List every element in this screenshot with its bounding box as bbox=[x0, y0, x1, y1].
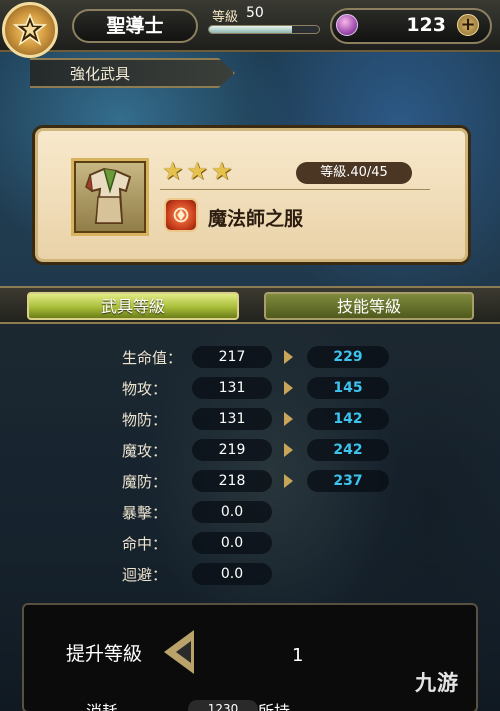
level-label: 等級 bbox=[212, 10, 239, 25]
add-gems-button[interactable]: + bbox=[457, 14, 479, 36]
job-title[interactable]: 聖導士 bbox=[72, 9, 198, 43]
stat-current-value: 0.0 bbox=[192, 501, 272, 523]
tab-skill-level[interactable]: 技能等級 bbox=[264, 292, 474, 320]
arrow-right-icon bbox=[284, 443, 293, 457]
mage-class-icon bbox=[164, 198, 198, 232]
stat-current-value: 131 bbox=[192, 377, 272, 399]
watermark: 九游 bbox=[415, 671, 459, 695]
rarity-stars: ★ ★ ★ bbox=[162, 158, 233, 184]
item-level: 等級.40/45 bbox=[296, 162, 412, 184]
stat-current-value: 217 bbox=[192, 346, 272, 368]
star-icon: ★ bbox=[186, 157, 209, 185]
tab-weapon-level[interactable]: 武具等級 bbox=[27, 292, 239, 320]
stat-name: 物攻： bbox=[122, 380, 168, 398]
star-icon: ★ bbox=[211, 157, 233, 185]
level-value: 50 bbox=[246, 5, 264, 21]
star-icon: ★ bbox=[162, 157, 184, 185]
card-divider bbox=[160, 189, 430, 190]
item-name: 魔法師之服 bbox=[208, 208, 304, 230]
owned-label: 所持 bbox=[258, 698, 290, 711]
stat-name: 物防： bbox=[122, 411, 168, 429]
stat-current-value: 218 bbox=[192, 470, 272, 492]
stat-current-value: 219 bbox=[192, 439, 272, 461]
arrow-right-icon bbox=[284, 381, 293, 395]
robe-icon[interactable] bbox=[71, 158, 149, 236]
stat-name: 魔攻： bbox=[122, 442, 168, 460]
gem-icon bbox=[336, 14, 358, 36]
upgrade-label: 提升等級 bbox=[66, 643, 143, 665]
gem-count: 123 bbox=[406, 14, 446, 36]
arrow-right-icon bbox=[284, 412, 293, 426]
chevron-left-icon bbox=[176, 641, 191, 663]
cost-label: 消耗 bbox=[86, 698, 118, 711]
section-title-banner bbox=[30, 58, 235, 88]
stat-next-value: 145 bbox=[307, 377, 389, 399]
stat-next-value: 229 bbox=[307, 346, 389, 368]
star-emblem-icon[interactable] bbox=[2, 2, 58, 58]
level-progress-fill bbox=[209, 26, 292, 33]
arrow-right-icon bbox=[284, 350, 293, 364]
stat-current-value: 131 bbox=[192, 408, 272, 430]
arrow-right-icon bbox=[284, 474, 293, 488]
stat-name: 魔防： bbox=[122, 473, 168, 491]
stat-next-value: 237 bbox=[307, 470, 389, 492]
stat-current-value: 0.0 bbox=[192, 563, 272, 585]
section-title: 強化武具 bbox=[70, 65, 131, 83]
cost-value: 1230 bbox=[188, 700, 258, 711]
stat-next-value: 142 bbox=[307, 408, 389, 430]
stat-name: 迴避： bbox=[122, 566, 168, 584]
level-progress-bar bbox=[208, 25, 320, 34]
stat-name: 暴擊： bbox=[122, 504, 168, 522]
upgrade-quantity: 1 bbox=[292, 645, 304, 666]
stat-current-value: 0.0 bbox=[192, 532, 272, 554]
stat-name: 生命值： bbox=[122, 349, 183, 367]
stat-next-value: 242 bbox=[307, 439, 389, 461]
stat-name: 命中： bbox=[122, 535, 168, 553]
